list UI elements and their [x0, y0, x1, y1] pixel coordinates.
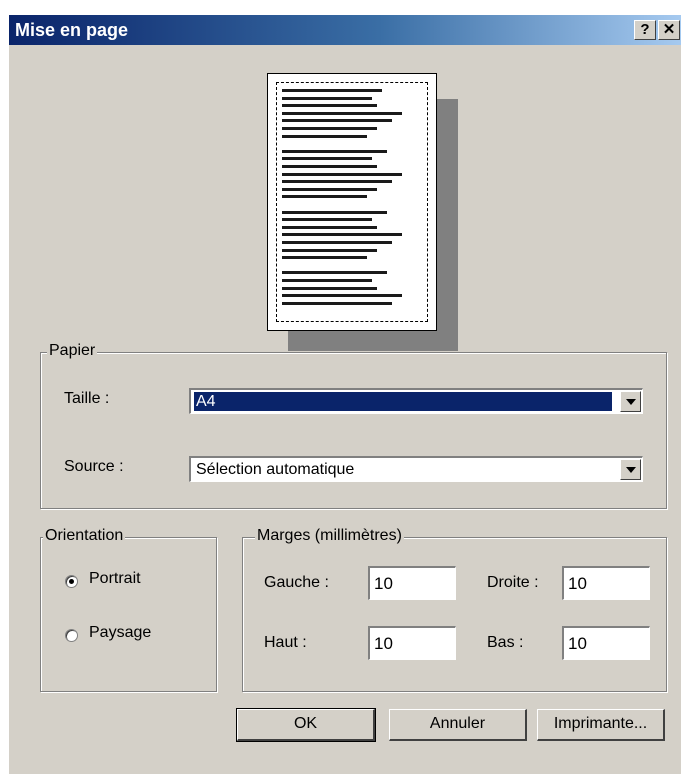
preview-text-line: [282, 149, 387, 153]
source-label: Source :: [64, 458, 124, 475]
chevron-down-icon[interactable]: [620, 459, 641, 480]
preview-text-line: [282, 134, 367, 138]
preview-text-line: [282, 233, 402, 237]
preview-text-line: [282, 180, 392, 184]
paper-group-label: Papier: [47, 342, 98, 360]
right-margin-label: Droite :: [487, 574, 539, 591]
ok-button[interactable]: OK: [236, 708, 376, 742]
preview-text-line: [282, 195, 367, 199]
portrait-label[interactable]: Portrait: [89, 570, 141, 588]
landscape-label[interactable]: Paysage: [89, 624, 151, 642]
preview-text-line: [282, 127, 377, 130]
source-select[interactable]: Sélection automatique: [189, 456, 643, 482]
window-title: Mise en page: [15, 20, 129, 40]
bottom-margin-input[interactable]: [562, 626, 650, 660]
preview-text-line: [282, 286, 377, 290]
top-margin-input[interactable]: [368, 626, 456, 660]
size-select-value: A4: [194, 392, 612, 411]
preview-text-line: [282, 294, 402, 298]
question-icon: ?: [640, 21, 650, 38]
top-margin-label: Haut :: [264, 634, 307, 651]
close-button[interactable]: ✕: [658, 20, 680, 40]
preview-text-line: [282, 172, 402, 176]
preview-text-line: [282, 241, 392, 244]
help-button[interactable]: ?: [634, 20, 656, 40]
preview-text-line: [282, 157, 372, 161]
preview-text-line: [282, 119, 392, 123]
source-select-value: Sélection automatique: [196, 461, 355, 478]
preview-text-line: [282, 218, 372, 222]
margins-group: Marges (millimètres) Gauche : Droite : H…: [242, 527, 667, 692]
landscape-radio[interactable]: [65, 629, 78, 642]
bottom-margin-label: Bas :: [487, 634, 524, 651]
preview-text-line: [282, 96, 372, 100]
title-bar[interactable]: Mise en page ? ✕: [9, 15, 681, 45]
close-icon: ✕: [662, 21, 676, 38]
portrait-radio[interactable]: [65, 575, 78, 588]
preview-text-line: [282, 271, 387, 275]
printer-button[interactable]: Imprimante...: [537, 709, 665, 741]
preview-text-line: [282, 225, 377, 229]
preview-text-line: [282, 165, 377, 168]
page-preview: [267, 73, 437, 331]
preview-text-line: [282, 104, 377, 108]
preview-text-line: [282, 256, 367, 260]
left-margin-input[interactable]: [368, 566, 456, 600]
preview-text-line: [282, 210, 387, 214]
left-margin-label: Gauche :: [264, 574, 329, 591]
preview-text-line: [282, 111, 402, 115]
orientation-group-label: Orientation: [43, 527, 126, 545]
right-margin-input[interactable]: [562, 566, 650, 600]
preview-text-line: [282, 279, 372, 282]
margins-group-label: Marges (millimètres): [255, 527, 404, 545]
size-select[interactable]: A4: [189, 388, 643, 414]
paper-group: Papier Taille : A4 Source : Sélection au…: [40, 342, 667, 509]
page-setup-dialog: Mise en page ? ✕ Papier Taille : A4 Sour…: [8, 14, 681, 774]
chevron-down-icon[interactable]: [620, 391, 641, 412]
cancel-button[interactable]: Annuler: [389, 709, 527, 741]
size-label: Taille :: [64, 390, 110, 407]
preview-text-line: [282, 301, 392, 305]
preview-text-line: [282, 248, 377, 252]
orientation-group: Orientation Portrait Paysage: [40, 527, 217, 692]
preview-text-line: [282, 89, 382, 92]
preview-text-line: [282, 187, 377, 191]
